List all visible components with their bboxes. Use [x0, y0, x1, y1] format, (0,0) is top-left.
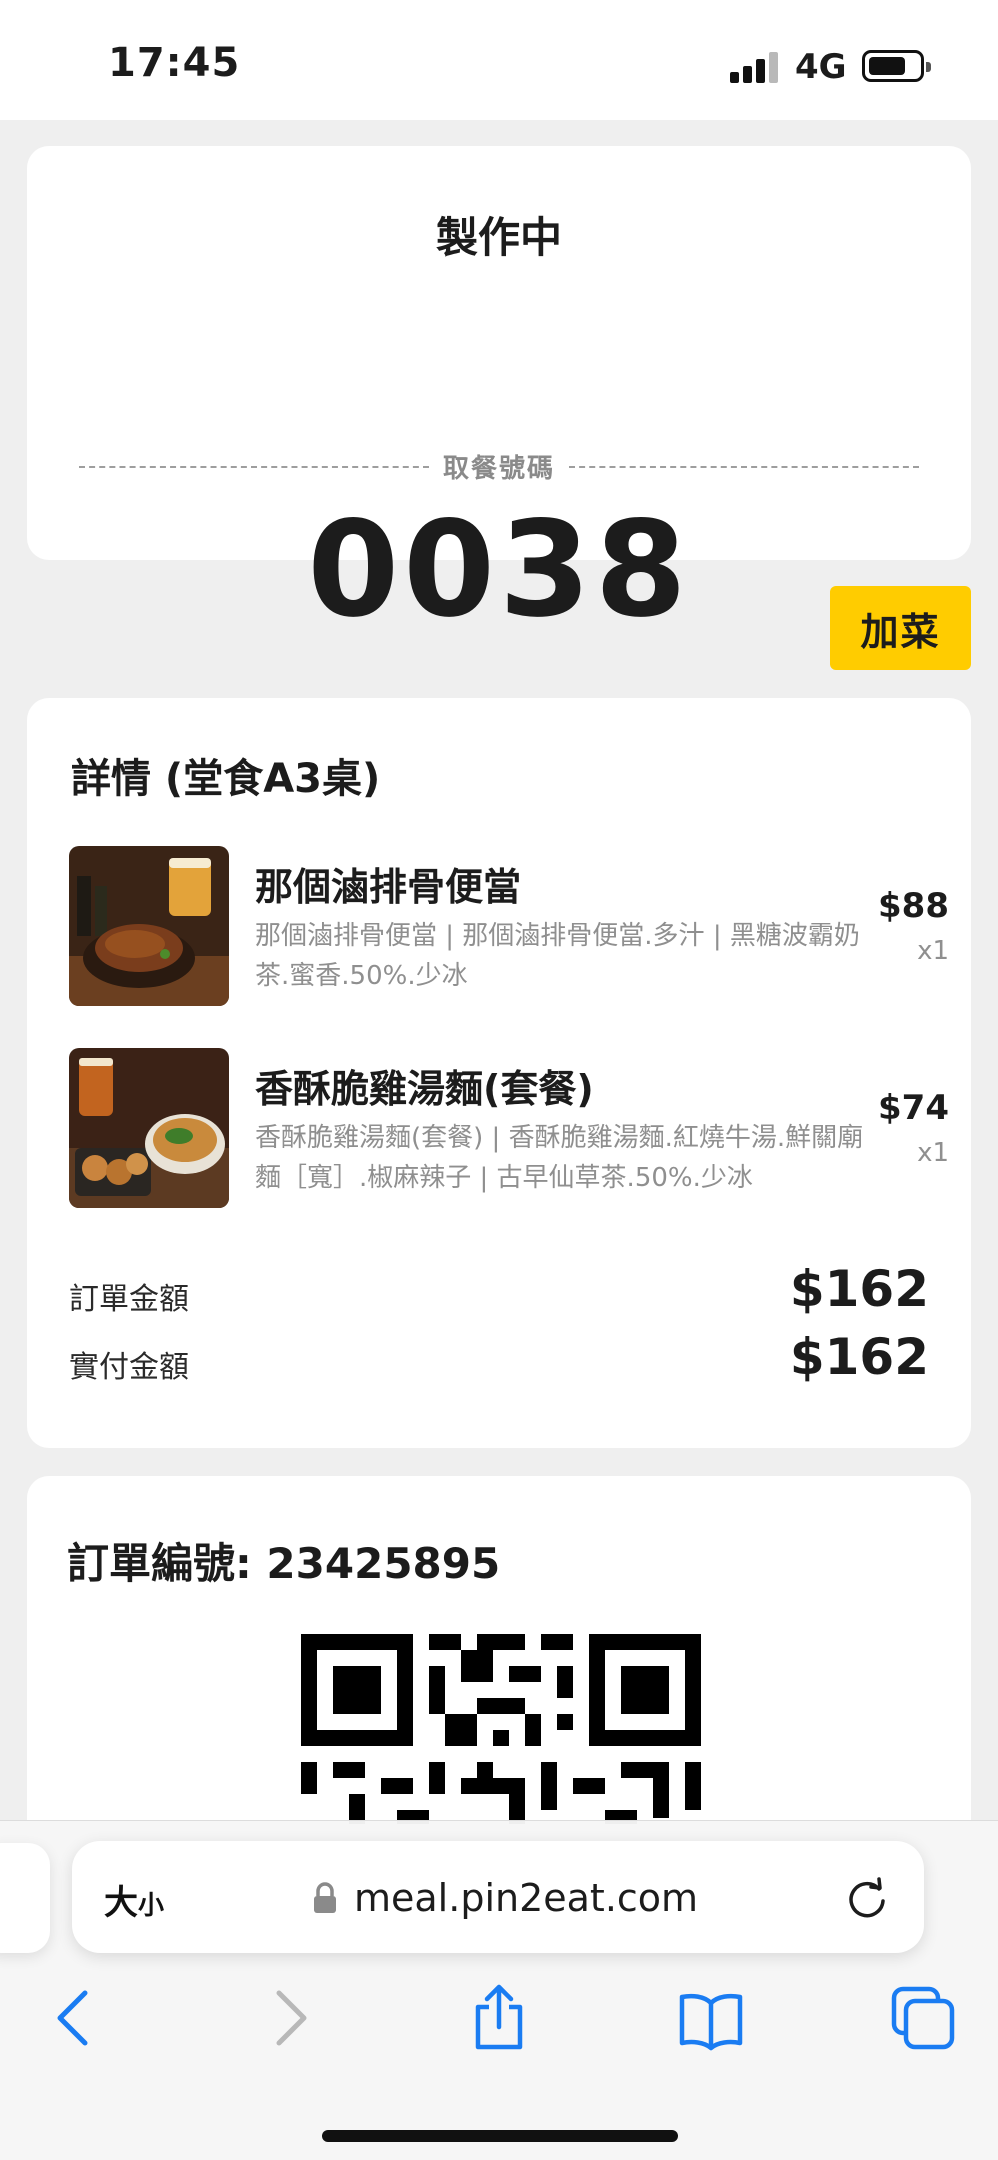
- lock-icon: [314, 1882, 336, 1913]
- order-item[interactable]: 香酥脆雞湯麵(套餐) 香酥脆雞湯麵(套餐) | 香酥脆雞湯麵.紅燒牛湯.鮮關廟麵…: [69, 1048, 949, 1208]
- pickup-label: 取餐號碼: [443, 454, 556, 484]
- order-status: 製作中: [435, 213, 562, 262]
- paid-amount-value: $162: [789, 1328, 929, 1386]
- network-type: 4G: [795, 47, 847, 87]
- forward-icon[interactable]: [254, 1983, 324, 2053]
- reload-icon[interactable]: [844, 1875, 890, 1921]
- paid-amount-label: 實付金額: [69, 1350, 189, 1385]
- order-number: 訂單編號: 23425895: [67, 1539, 501, 1588]
- status-bar: 17:45 4G: [0, 0, 998, 120]
- text-size-big-label: 大: [104, 1883, 138, 1923]
- item-quantity: x1: [917, 936, 949, 966]
- share-icon[interactable]: [464, 1983, 534, 2053]
- item-price: $88: [878, 886, 949, 926]
- url-display[interactable]: meal.pin2eat.com: [312, 1873, 698, 1923]
- paid-amount-row: 實付金額 $162: [69, 1328, 929, 1388]
- bookmarks-icon[interactable]: [676, 1983, 746, 2053]
- previous-tab-preview[interactable]: [0, 1843, 50, 1953]
- pickup-card: 製作中 取餐號碼 0038: [27, 146, 971, 636]
- divider: [79, 465, 429, 468]
- order-amount-value: $162: [789, 1260, 929, 1318]
- item-description: 那個滷排骨便當 | 那個滷排骨便當.多汁 | 黑糖波霸奶茶.蜜香.50%.少冰: [255, 921, 860, 991]
- address-bar[interactable]: 大小 meal.pin2eat.com: [72, 1841, 924, 1953]
- order-amount-label: 訂單金額: [69, 1282, 189, 1317]
- details-heading: 詳情 (堂食A3桌): [71, 756, 381, 802]
- qr-code: [301, 1634, 701, 1824]
- item-name: 香酥脆雞湯麵(套餐): [255, 1067, 594, 1111]
- item-name: 那個滷排骨便當: [255, 865, 522, 909]
- pickup-label-row: 取餐號碼: [79, 448, 920, 485]
- pork-chop-bento-photo: [69, 846, 229, 1006]
- url-text: meal.pin2eat.com: [354, 1876, 699, 1920]
- home-indicator: [322, 2130, 678, 2142]
- browser-toolbar: 大小 meal.pin2eat.com: [0, 1820, 998, 2160]
- item-description: 香酥脆雞湯麵(套餐) | 香酥脆雞湯麵.紅燒牛湯.鮮關廟麵［寬］.椒麻辣子 | …: [255, 1123, 864, 1193]
- order-amount-row: 訂單金額 $162: [69, 1260, 929, 1320]
- item-price: $74: [878, 1088, 949, 1128]
- divider: [569, 465, 920, 468]
- tabs-icon[interactable]: [888, 1983, 958, 2053]
- cellular-signal-icon: [730, 50, 780, 83]
- item-quantity: x1: [917, 1138, 949, 1168]
- page-text-size-button[interactable]: 大小: [104, 1875, 164, 1924]
- order-details-card: 詳情 (堂食A3桌) 那個滷排骨便當 那個滷排骨便當 | 那個滷排骨便當.多汁 …: [27, 698, 971, 1448]
- back-icon[interactable]: [40, 1983, 110, 2053]
- chicken-noodle-soup-photo: [69, 1048, 229, 1208]
- battery-icon: [862, 50, 931, 82]
- text-size-small-label: 小: [138, 1891, 165, 1921]
- add-dish-button[interactable]: 加菜: [830, 586, 971, 670]
- status-time: 17:45: [108, 40, 241, 86]
- order-item[interactable]: 那個滷排骨便當 那個滷排骨便當 | 那個滷排骨便當.多汁 | 黑糖波霸奶茶.蜜香…: [69, 846, 949, 1006]
